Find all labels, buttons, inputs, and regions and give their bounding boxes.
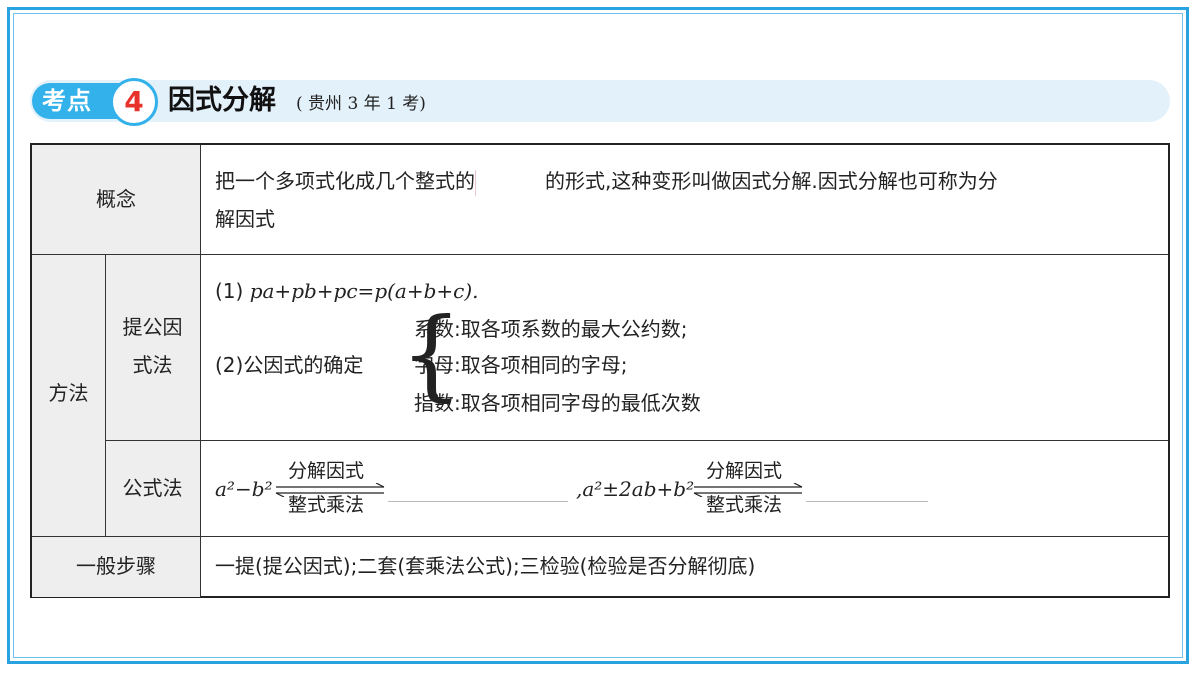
method-label: 方法 (48, 381, 89, 405)
concept-text: 把一个多项式化成几个整式的 的形式,这种变形叫做因式分解.因式分解也可称为分 (215, 164, 1165, 198)
arrow-top-label-1: 分解因式 (288, 460, 365, 482)
row-divider (32, 254, 1168, 255)
section-source: ( 贵州 3 年 1 考) (296, 94, 426, 114)
formula-expr-2: ,a²±2ab+b² (576, 477, 695, 501)
row-divider (105, 440, 1168, 441)
kaodian-number: 4 (110, 78, 158, 126)
rule-coefficient: 系数:取各项系数的最大公约数; (414, 317, 688, 341)
section-title: 因式分解 (168, 85, 276, 116)
arrow-bottom-label-2: 整式乘法 (706, 494, 783, 516)
formula-method-label: 公式法 (122, 476, 183, 500)
blank-answer[interactable] (475, 169, 545, 196)
common-factor-item2: (2)公因式的确定 (215, 353, 364, 377)
steps-label: 一般步骤 (76, 554, 156, 578)
formula-expr-1: a²−b² (215, 477, 273, 501)
common-factor-label-line1: 提公因 (122, 315, 183, 339)
rule-exponent: 指数:取各项相同字母的最低次数 (414, 391, 701, 415)
common-factor-label-line2: 式法 (132, 353, 173, 377)
concept-label: 概念 (96, 187, 136, 211)
blank-answer-line-2[interactable] (806, 501, 928, 502)
row-divider (32, 536, 1168, 537)
knowledge-table: 概念 把一个多项式化成几个整式的 的形式,这种变形叫做因式分解.因式分解也可称为分… (30, 143, 1170, 598)
column-divider (200, 145, 201, 597)
rule-letter: 字母:取各项相同的字母; (414, 353, 628, 377)
arrow-top-label-2: 分解因式 (706, 460, 783, 482)
steps-text: 一提(提公因式);二套(套乘法公式);三检验(检验是否分解彻底) (215, 554, 756, 578)
blank-answer-line-1[interactable] (388, 501, 568, 502)
concept-text-line2: 解因式 (215, 207, 275, 231)
arrow-bottom-label-1: 整式乘法 (288, 494, 365, 516)
